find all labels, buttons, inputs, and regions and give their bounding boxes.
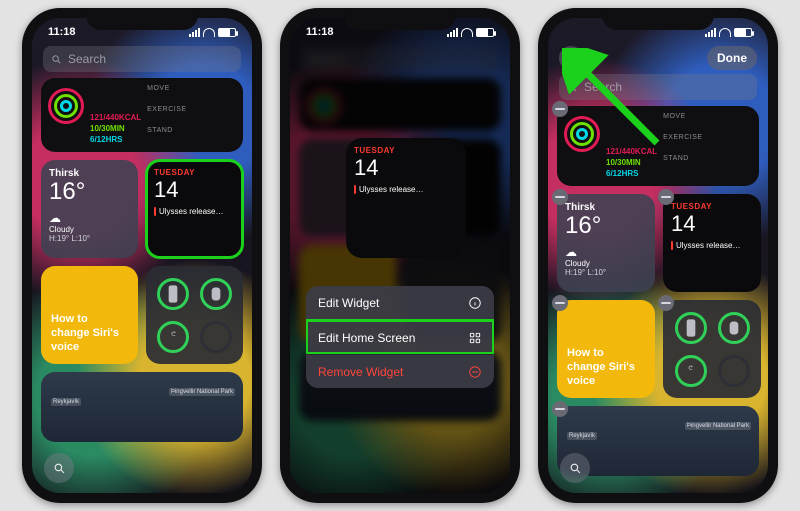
battery-watch-icon bbox=[718, 312, 750, 344]
map-label: Þingvellir National Park bbox=[169, 388, 235, 396]
wifi-icon bbox=[719, 28, 731, 37]
info-icon bbox=[468, 296, 482, 310]
search-placeholder: Search bbox=[584, 80, 622, 94]
wifi-icon bbox=[461, 28, 473, 37]
batteries-widget[interactable]: ᕪ bbox=[663, 300, 761, 398]
batteries-widget[interactable]: ᕪ bbox=[146, 266, 243, 364]
weather-condition: Cloudy bbox=[49, 225, 130, 234]
weather-widget[interactable]: Thirsk 16° ☁︎ Cloudy H:19° L:10° bbox=[557, 194, 655, 292]
fitness-widget[interactable]: 121/440KCAL 10/30MIN 6/12HRS MOVE EXERCI… bbox=[41, 78, 243, 152]
calendar-event: Ulysses release… bbox=[671, 241, 753, 250]
menu-edit-widget[interactable]: Edit Widget bbox=[306, 286, 494, 320]
activity-rings-icon bbox=[564, 116, 600, 152]
battery-airpods-icon: ᕪ bbox=[675, 355, 707, 387]
search-icon bbox=[53, 462, 66, 475]
today-view[interactable]: Search 121/440KCAL 10/30MIN 6/12HRS MOVE… bbox=[32, 18, 252, 493]
search-placeholder: Search bbox=[68, 52, 106, 66]
search-icon bbox=[569, 462, 582, 475]
fitness-stats: 121/440KCAL 10/30MIN 6/12HRS bbox=[90, 85, 141, 145]
calendar-weekday: TUESDAY bbox=[671, 202, 753, 211]
remove-widget-icon[interactable] bbox=[552, 189, 568, 205]
battery-phone-icon bbox=[157, 278, 189, 310]
battery-airpods-icon: ᕪ bbox=[157, 321, 189, 353]
battery-empty-icon bbox=[200, 321, 232, 353]
weather-temp: 16° bbox=[49, 179, 130, 205]
edit-pencil-button[interactable] bbox=[44, 453, 74, 483]
maps-widget[interactable]: Reykjavík Þingvellir National Park bbox=[41, 372, 243, 442]
tip-text: How to change Siri's voice bbox=[567, 346, 645, 388]
screen-2: 11:18 Search TUESDAY 14 Ulysses release… bbox=[290, 18, 510, 493]
menu-item-label: Remove Widget bbox=[318, 365, 403, 379]
fitness-bars: MOVE EXERCISE STAND bbox=[663, 113, 752, 179]
weather-highlow: H:19° L:10° bbox=[49, 234, 130, 243]
tips-widget[interactable]: How to change Siri's voice bbox=[41, 266, 138, 364]
remove-widget-icon[interactable] bbox=[658, 189, 674, 205]
cellular-icon bbox=[189, 28, 200, 37]
map-label: Reykjavík bbox=[51, 398, 81, 406]
today-view-edit-mode[interactable]: + Done Search 121/440KCAL 10/30MIN 6/12H… bbox=[548, 18, 768, 493]
phone-frame-3: + Done Search 121/440KCAL 10/30MIN 6/12H… bbox=[538, 8, 778, 503]
calendar-widget-focused[interactable]: TUESDAY 14 Ulysses release… bbox=[346, 138, 466, 258]
remove-widget-icon[interactable] bbox=[552, 295, 568, 311]
wifi-icon bbox=[203, 28, 215, 37]
battery-watch-icon bbox=[200, 278, 232, 310]
calendar-daynum: 14 bbox=[154, 177, 235, 203]
calendar-event: Ulysses release… bbox=[354, 185, 458, 194]
weather-icon: ☁︎ bbox=[49, 211, 130, 225]
map-label: Reykjavík bbox=[567, 432, 597, 440]
menu-item-label: Edit Home Screen bbox=[318, 331, 415, 345]
battery-icon bbox=[476, 28, 494, 37]
add-widget-button[interactable]: + bbox=[559, 46, 583, 70]
calendar-widget[interactable]: TUESDAY 14 Ulysses release… bbox=[663, 194, 761, 292]
calendar-event: Ulysses release… bbox=[154, 207, 235, 216]
calendar-daynum: 14 bbox=[671, 211, 753, 237]
menu-edit-home-screen[interactable]: Edit Home Screen bbox=[306, 320, 494, 354]
battery-empty-icon bbox=[718, 355, 750, 387]
calendar-daynum: 14 bbox=[354, 155, 458, 181]
fitness-bars: MOVE EXERCISE STAND bbox=[147, 85, 236, 145]
weather-icon: ☁︎ bbox=[565, 245, 647, 259]
status-time: 11:18 bbox=[306, 26, 334, 38]
remove-widget-icon[interactable] bbox=[552, 101, 568, 117]
cellular-icon bbox=[705, 28, 716, 37]
menu-item-label: Edit Widget bbox=[318, 296, 379, 310]
weather-condition: Cloudy bbox=[565, 259, 647, 268]
weather-highlow: H:19° L:10° bbox=[565, 268, 647, 277]
tips-widget[interactable]: How to change Siri's voice bbox=[557, 300, 655, 398]
tip-text: How to change Siri's voice bbox=[51, 312, 128, 354]
cellular-icon bbox=[447, 28, 458, 37]
screen-1: 11:18 Search 121/440KCAL 10/30MIN 6/12HR… bbox=[32, 18, 252, 493]
apps-icon bbox=[468, 331, 482, 345]
screen-3: + Done Search 121/440KCAL 10/30MIN 6/12H… bbox=[548, 18, 768, 493]
calendar-widget[interactable]: TUESDAY 14 Ulysses release… bbox=[146, 160, 243, 258]
status-time: 11:18 bbox=[48, 26, 76, 38]
battery-icon bbox=[218, 28, 236, 37]
fitness-widget[interactable]: 121/440KCAL 10/30MIN 6/12HRS MOVE EXERCI… bbox=[557, 106, 759, 186]
calendar-weekday: TUESDAY bbox=[154, 168, 235, 177]
weather-temp: 16° bbox=[565, 213, 647, 239]
fitness-stats: 121/440KCAL 10/30MIN 6/12HRS bbox=[606, 113, 657, 179]
search-field[interactable]: Search bbox=[43, 46, 241, 72]
search-field[interactable]: Search bbox=[559, 74, 757, 100]
remove-widget-icon[interactable] bbox=[552, 401, 568, 417]
activity-rings-icon bbox=[48, 88, 84, 124]
menu-remove-widget[interactable]: Remove Widget bbox=[306, 354, 494, 388]
remove-widget-icon[interactable] bbox=[658, 295, 674, 311]
battery-icon bbox=[734, 28, 752, 37]
remove-icon bbox=[468, 365, 482, 379]
done-button[interactable]: Done bbox=[707, 46, 757, 70]
battery-phone-icon bbox=[675, 312, 707, 344]
calendar-weekday: TUESDAY bbox=[354, 146, 458, 155]
status-bar: 11:18 bbox=[32, 22, 252, 42]
status-bar bbox=[548, 22, 768, 42]
status-bar: 11:18 bbox=[290, 22, 510, 42]
weather-widget[interactable]: Thirsk 16° ☁︎ Cloudy H:19° L:10° bbox=[41, 160, 138, 258]
widget-context-menu: Edit Widget Edit Home Screen Remove Widg… bbox=[306, 286, 494, 388]
edit-pencil-button[interactable] bbox=[560, 453, 590, 483]
phone-frame-2: 11:18 Search TUESDAY 14 Ulysses release… bbox=[280, 8, 520, 503]
search-icon bbox=[567, 82, 578, 93]
search-icon bbox=[51, 54, 62, 65]
phone-frame-1: 11:18 Search 121/440KCAL 10/30MIN 6/12HR… bbox=[22, 8, 262, 503]
map-label: Þingvellir National Park bbox=[685, 422, 751, 430]
